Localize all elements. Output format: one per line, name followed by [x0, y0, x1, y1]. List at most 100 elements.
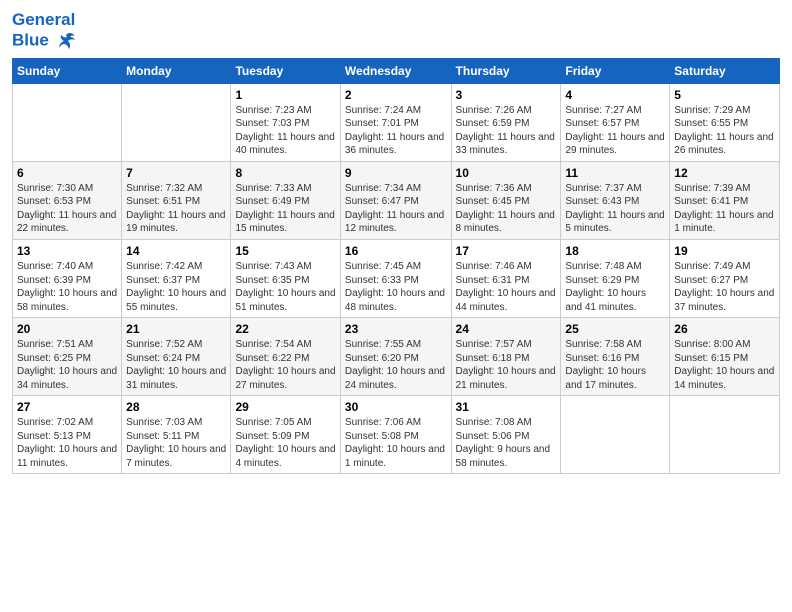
calendar-cell: 10Sunrise: 7:36 AM Sunset: 6:45 PM Dayli…	[451, 161, 561, 239]
weekday-header-row: SundayMondayTuesdayWednesdayThursdayFrid…	[13, 58, 780, 83]
day-number: 15	[235, 243, 335, 259]
calendar-week-row: 13Sunrise: 7:40 AM Sunset: 6:39 PM Dayli…	[13, 239, 780, 317]
day-number: 10	[456, 165, 557, 181]
calendar-cell: 6Sunrise: 7:30 AM Sunset: 6:53 PM Daylig…	[13, 161, 122, 239]
day-info: Sunrise: 7:37 AM Sunset: 6:43 PM Dayligh…	[565, 182, 665, 236]
calendar-cell: 30Sunrise: 7:06 AM Sunset: 5:08 PM Dayli…	[340, 396, 451, 474]
day-info: Sunrise: 7:23 AM Sunset: 7:03 PM Dayligh…	[235, 104, 335, 158]
weekday-header: Sunday	[13, 58, 122, 83]
day-info: Sunrise: 7:45 AM Sunset: 6:33 PM Dayligh…	[345, 260, 447, 314]
weekday-header: Tuesday	[231, 58, 340, 83]
day-number: 16	[345, 243, 447, 259]
calendar-cell: 18Sunrise: 7:48 AM Sunset: 6:29 PM Dayli…	[561, 239, 670, 317]
day-info: Sunrise: 7:05 AM Sunset: 5:09 PM Dayligh…	[235, 416, 335, 470]
calendar-cell: 8Sunrise: 7:33 AM Sunset: 6:49 PM Daylig…	[231, 161, 340, 239]
day-info: Sunrise: 7:33 AM Sunset: 6:49 PM Dayligh…	[235, 182, 335, 236]
calendar-cell: 13Sunrise: 7:40 AM Sunset: 6:39 PM Dayli…	[13, 239, 122, 317]
day-info: Sunrise: 7:02 AM Sunset: 5:13 PM Dayligh…	[17, 416, 117, 470]
calendar-cell: 16Sunrise: 7:45 AM Sunset: 6:33 PM Dayli…	[340, 239, 451, 317]
day-number: 14	[126, 243, 226, 259]
weekday-header: Wednesday	[340, 58, 451, 83]
day-info: Sunrise: 8:00 AM Sunset: 6:15 PM Dayligh…	[674, 338, 775, 392]
calendar-cell: 23Sunrise: 7:55 AM Sunset: 6:20 PM Dayli…	[340, 318, 451, 396]
calendar-cell: 5Sunrise: 7:29 AM Sunset: 6:55 PM Daylig…	[670, 83, 780, 161]
day-info: Sunrise: 7:57 AM Sunset: 6:18 PM Dayligh…	[456, 338, 557, 392]
calendar-cell: 12Sunrise: 7:39 AM Sunset: 6:41 PM Dayli…	[670, 161, 780, 239]
page-container: General Blue SundayMondayTuesdayWednesda…	[0, 0, 792, 482]
day-info: Sunrise: 7:55 AM Sunset: 6:20 PM Dayligh…	[345, 338, 447, 392]
day-number: 4	[565, 87, 665, 103]
weekday-header: Saturday	[670, 58, 780, 83]
day-info: Sunrise: 7:48 AM Sunset: 6:29 PM Dayligh…	[565, 260, 665, 314]
day-info: Sunrise: 7:03 AM Sunset: 5:11 PM Dayligh…	[126, 416, 226, 470]
calendar-cell: 28Sunrise: 7:03 AM Sunset: 5:11 PM Dayli…	[122, 396, 231, 474]
calendar-week-row: 27Sunrise: 7:02 AM Sunset: 5:13 PM Dayli…	[13, 396, 780, 474]
day-info: Sunrise: 7:36 AM Sunset: 6:45 PM Dayligh…	[456, 182, 557, 236]
calendar-cell: 27Sunrise: 7:02 AM Sunset: 5:13 PM Dayli…	[13, 396, 122, 474]
day-info: Sunrise: 7:08 AM Sunset: 5:06 PM Dayligh…	[456, 416, 557, 470]
calendar-cell: 25Sunrise: 7:58 AM Sunset: 6:16 PM Dayli…	[561, 318, 670, 396]
day-number: 21	[126, 321, 226, 337]
day-info: Sunrise: 7:46 AM Sunset: 6:31 PM Dayligh…	[456, 260, 557, 314]
calendar-cell	[670, 396, 780, 474]
calendar-cell: 21Sunrise: 7:52 AM Sunset: 6:24 PM Dayli…	[122, 318, 231, 396]
calendar-cell: 14Sunrise: 7:42 AM Sunset: 6:37 PM Dayli…	[122, 239, 231, 317]
logo: General Blue	[12, 10, 78, 52]
day-number: 5	[674, 87, 775, 103]
day-info: Sunrise: 7:49 AM Sunset: 6:27 PM Dayligh…	[674, 260, 775, 314]
day-number: 25	[565, 321, 665, 337]
calendar-cell	[122, 83, 231, 161]
day-info: Sunrise: 7:58 AM Sunset: 6:16 PM Dayligh…	[565, 338, 665, 392]
day-number: 6	[17, 165, 117, 181]
day-number: 8	[235, 165, 335, 181]
day-number: 31	[456, 399, 557, 415]
calendar-cell: 29Sunrise: 7:05 AM Sunset: 5:09 PM Dayli…	[231, 396, 340, 474]
weekday-header: Monday	[122, 58, 231, 83]
calendar-cell	[13, 83, 122, 161]
day-number: 17	[456, 243, 557, 259]
day-info: Sunrise: 7:34 AM Sunset: 6:47 PM Dayligh…	[345, 182, 447, 236]
day-info: Sunrise: 7:39 AM Sunset: 6:41 PM Dayligh…	[674, 182, 775, 236]
calendar-cell: 1Sunrise: 7:23 AM Sunset: 7:03 PM Daylig…	[231, 83, 340, 161]
day-number: 22	[235, 321, 335, 337]
day-number: 24	[456, 321, 557, 337]
day-number: 13	[17, 243, 117, 259]
calendar-cell: 26Sunrise: 8:00 AM Sunset: 6:15 PM Dayli…	[670, 318, 780, 396]
day-info: Sunrise: 7:30 AM Sunset: 6:53 PM Dayligh…	[17, 182, 117, 236]
calendar-cell: 22Sunrise: 7:54 AM Sunset: 6:22 PM Dayli…	[231, 318, 340, 396]
calendar-cell: 19Sunrise: 7:49 AM Sunset: 6:27 PM Dayli…	[670, 239, 780, 317]
day-number: 18	[565, 243, 665, 259]
day-info: Sunrise: 7:24 AM Sunset: 7:01 PM Dayligh…	[345, 104, 447, 158]
calendar-cell: 7Sunrise: 7:32 AM Sunset: 6:51 PM Daylig…	[122, 161, 231, 239]
calendar-cell: 3Sunrise: 7:26 AM Sunset: 6:59 PM Daylig…	[451, 83, 561, 161]
calendar-cell: 20Sunrise: 7:51 AM Sunset: 6:25 PM Dayli…	[13, 318, 122, 396]
calendar-cell: 31Sunrise: 7:08 AM Sunset: 5:06 PM Dayli…	[451, 396, 561, 474]
day-number: 2	[345, 87, 447, 103]
day-info: Sunrise: 7:26 AM Sunset: 6:59 PM Dayligh…	[456, 104, 557, 158]
day-info: Sunrise: 7:32 AM Sunset: 6:51 PM Dayligh…	[126, 182, 226, 236]
calendar-cell: 15Sunrise: 7:43 AM Sunset: 6:35 PM Dayli…	[231, 239, 340, 317]
day-info: Sunrise: 7:52 AM Sunset: 6:24 PM Dayligh…	[126, 338, 226, 392]
day-number: 9	[345, 165, 447, 181]
calendar-week-row: 6Sunrise: 7:30 AM Sunset: 6:53 PM Daylig…	[13, 161, 780, 239]
bird-icon	[56, 30, 78, 52]
day-number: 11	[565, 165, 665, 181]
day-info: Sunrise: 7:27 AM Sunset: 6:57 PM Dayligh…	[565, 104, 665, 158]
day-number: 26	[674, 321, 775, 337]
day-info: Sunrise: 7:29 AM Sunset: 6:55 PM Dayligh…	[674, 104, 775, 158]
weekday-header: Friday	[561, 58, 670, 83]
day-number: 7	[126, 165, 226, 181]
day-number: 23	[345, 321, 447, 337]
day-number: 1	[235, 87, 335, 103]
calendar-cell: 11Sunrise: 7:37 AM Sunset: 6:43 PM Dayli…	[561, 161, 670, 239]
day-info: Sunrise: 7:40 AM Sunset: 6:39 PM Dayligh…	[17, 260, 117, 314]
calendar-cell: 2Sunrise: 7:24 AM Sunset: 7:01 PM Daylig…	[340, 83, 451, 161]
day-number: 3	[456, 87, 557, 103]
day-info: Sunrise: 7:54 AM Sunset: 6:22 PM Dayligh…	[235, 338, 335, 392]
day-number: 30	[345, 399, 447, 415]
day-info: Sunrise: 7:06 AM Sunset: 5:08 PM Dayligh…	[345, 416, 447, 470]
day-number: 20	[17, 321, 117, 337]
calendar-week-row: 20Sunrise: 7:51 AM Sunset: 6:25 PM Dayli…	[13, 318, 780, 396]
header: General Blue	[12, 10, 780, 52]
calendar-cell: 17Sunrise: 7:46 AM Sunset: 6:31 PM Dayli…	[451, 239, 561, 317]
